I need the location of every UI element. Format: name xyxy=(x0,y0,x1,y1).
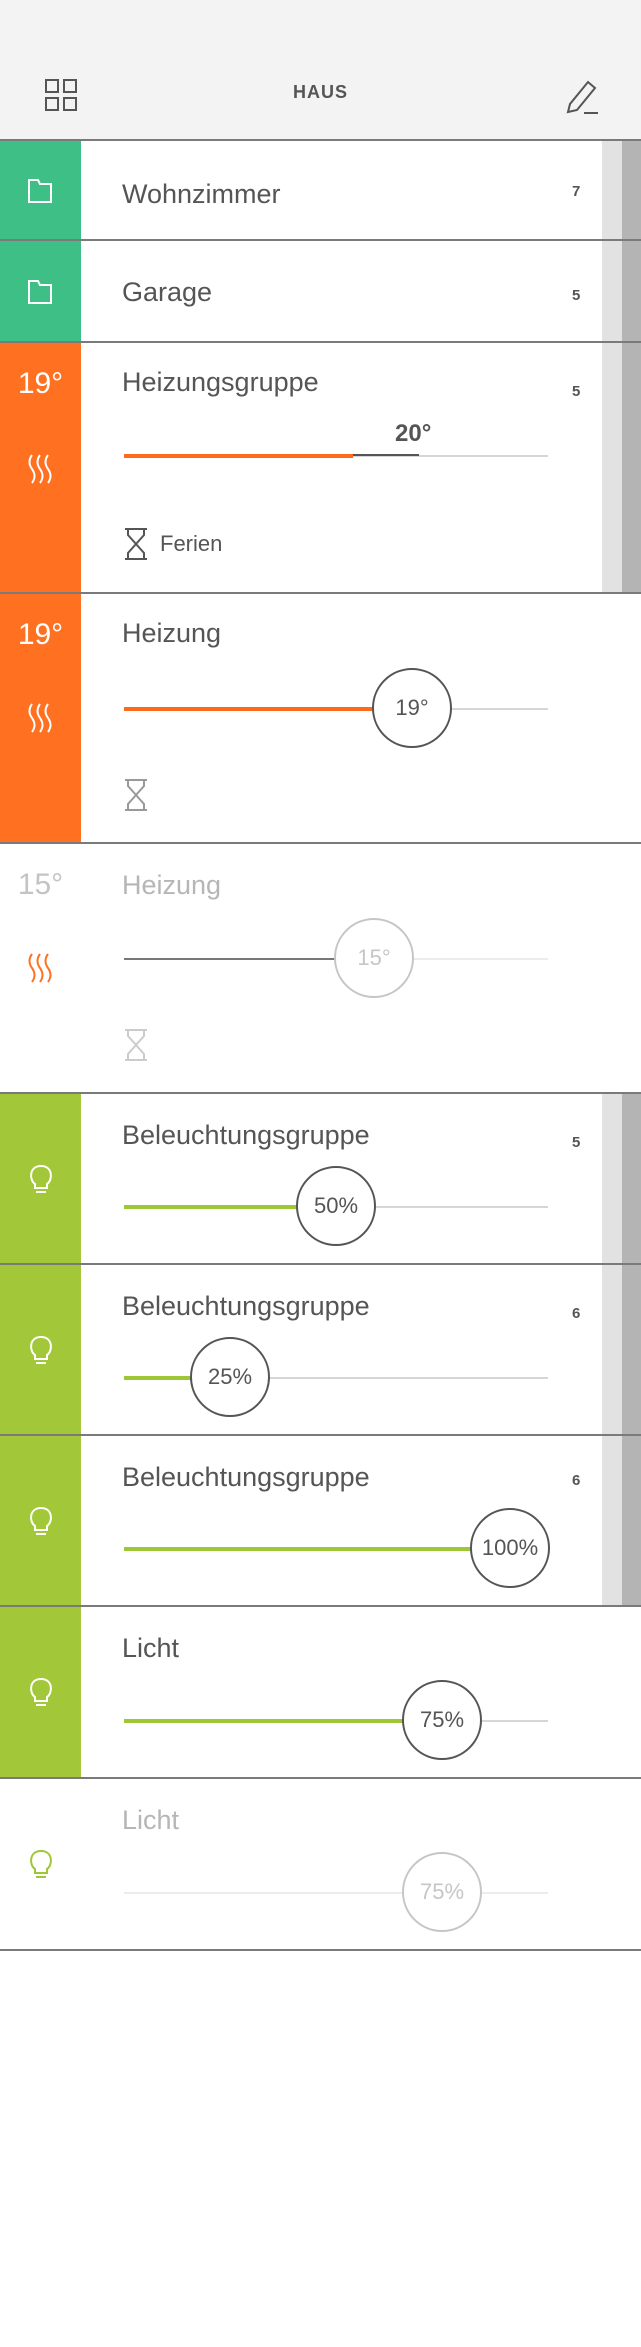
folder-icon xyxy=(20,170,62,212)
row-color-strip xyxy=(0,1779,81,1949)
item-count: 5 xyxy=(572,383,581,400)
bulb-icon xyxy=(20,1843,62,1885)
scrollbar-track xyxy=(602,241,622,341)
list-item-heizung[interactable]: 19° Heizung 19° xyxy=(0,594,641,844)
current-temperature: 19° xyxy=(17,618,64,651)
list-item-wohnzimmer[interactable]: Wohnzimmer 7 xyxy=(0,141,641,241)
scrollbar-thumb[interactable] xyxy=(622,141,641,239)
bulb-icon xyxy=(20,1500,62,1542)
target-marker xyxy=(353,454,419,456)
hourglass-icon[interactable] xyxy=(122,778,150,812)
scrollbar-track xyxy=(602,343,622,592)
scrollbar-track xyxy=(602,1265,622,1434)
brightness-slider[interactable]: 75% xyxy=(124,1852,548,1932)
brightness-slider[interactable]: 75% xyxy=(124,1680,548,1760)
row-label: Beleuchtungsgruppe xyxy=(122,1462,370,1492)
current-temperature: 19° xyxy=(17,367,64,400)
row-label: Licht xyxy=(122,1805,180,1835)
row-label: Beleuchtungsgruppe xyxy=(122,1291,370,1321)
slider-knob[interactable]: 100% xyxy=(470,1508,550,1588)
scrollbar-thumb[interactable] xyxy=(622,1436,641,1605)
brightness-slider[interactable]: 50% xyxy=(124,1166,548,1246)
list-item-heizungsgruppe[interactable]: 19° Heizungsgruppe 5 20° Ferien xyxy=(0,343,641,594)
slider-knob[interactable]: 75% xyxy=(402,1852,482,1932)
row-label: Heizung xyxy=(122,870,222,900)
hourglass-icon[interactable] xyxy=(122,1028,150,1062)
list-item-beleuchtungsgruppe[interactable]: Beleuchtungsgruppe 6 100% xyxy=(0,1436,641,1607)
target-temperature: 20° xyxy=(395,420,432,447)
row-color-strip xyxy=(0,241,81,341)
heating-icon xyxy=(20,449,62,491)
row-color-strip xyxy=(0,1094,81,1263)
temperature-slider[interactable]: 15° xyxy=(124,918,548,998)
row-color-strip: 15° xyxy=(0,844,81,1092)
row-label: Licht xyxy=(122,1633,180,1663)
row-label: Heizungsgruppe xyxy=(122,367,319,397)
bulb-icon xyxy=(20,1158,62,1200)
scrollbar-track xyxy=(602,1436,622,1605)
scrollbar-thumb[interactable] xyxy=(622,241,641,341)
row-color-strip xyxy=(0,1436,81,1605)
slider-knob[interactable]: 19° xyxy=(372,668,452,748)
slider-knob[interactable]: 50% xyxy=(296,1166,376,1246)
item-count: 5 xyxy=(572,287,581,304)
list-item-licht-inactive[interactable]: Licht 75% xyxy=(0,1779,641,1951)
bulb-icon xyxy=(20,1671,62,1713)
heating-icon xyxy=(20,698,62,740)
row-label: Heizung xyxy=(122,618,222,648)
item-count: 6 xyxy=(572,1305,581,1322)
slider-knob[interactable]: 25% xyxy=(190,1337,270,1417)
row-color-strip: 19° xyxy=(0,343,81,592)
current-temperature: 15° xyxy=(17,868,64,901)
scrollbar-thumb[interactable] xyxy=(622,1265,641,1434)
slider-fill xyxy=(124,707,412,711)
temperature-slider[interactable]: 19° xyxy=(124,668,548,748)
list-item-heizung-inactive[interactable]: 15° Heizung 15° xyxy=(0,844,641,1094)
row-label: Garage xyxy=(122,277,213,307)
scrollbar-thumb[interactable] xyxy=(622,343,641,592)
hourglass-icon[interactable] xyxy=(122,527,150,561)
row-color-strip: 19° xyxy=(0,594,81,842)
item-count: 7 xyxy=(572,183,581,200)
item-count: 6 xyxy=(572,1472,581,1489)
slider-knob[interactable]: 75% xyxy=(402,1680,482,1760)
list-item-garage[interactable]: Garage 5 xyxy=(0,241,641,343)
slider-knob[interactable]: 15° xyxy=(334,918,414,998)
list-item-licht[interactable]: Licht 75% xyxy=(0,1607,641,1779)
mode-label: Ferien xyxy=(160,531,223,556)
slider-fill xyxy=(124,454,353,458)
list-item-beleuchtungsgruppe[interactable]: Beleuchtungsgruppe 6 25% xyxy=(0,1265,641,1436)
item-count: 5 xyxy=(572,1134,581,1151)
row-label: Beleuchtungsgruppe xyxy=(122,1120,370,1150)
heating-icon xyxy=(20,948,62,990)
row-label: Wohnzimmer xyxy=(122,179,281,209)
scrollbar-track xyxy=(602,141,622,239)
temperature-slider[interactable] xyxy=(124,454,548,458)
app-header: HAUS xyxy=(0,0,641,141)
page-title: HAUS xyxy=(292,82,348,102)
row-color-strip xyxy=(0,1607,81,1777)
bulb-icon xyxy=(20,1329,62,1371)
row-color-strip xyxy=(0,1265,81,1434)
pencil-icon[interactable] xyxy=(560,78,608,118)
folder-icon xyxy=(20,271,62,313)
brightness-slider[interactable]: 100% xyxy=(124,1508,550,1588)
row-color-strip xyxy=(0,141,81,239)
scrollbar-track xyxy=(602,1094,622,1263)
list-item-beleuchtungsgruppe[interactable]: Beleuchtungsgruppe 5 50% xyxy=(0,1094,641,1265)
scrollbar-thumb[interactable] xyxy=(622,1094,641,1263)
brightness-slider[interactable]: 25% xyxy=(124,1337,548,1417)
slider-fill xyxy=(124,1719,442,1723)
